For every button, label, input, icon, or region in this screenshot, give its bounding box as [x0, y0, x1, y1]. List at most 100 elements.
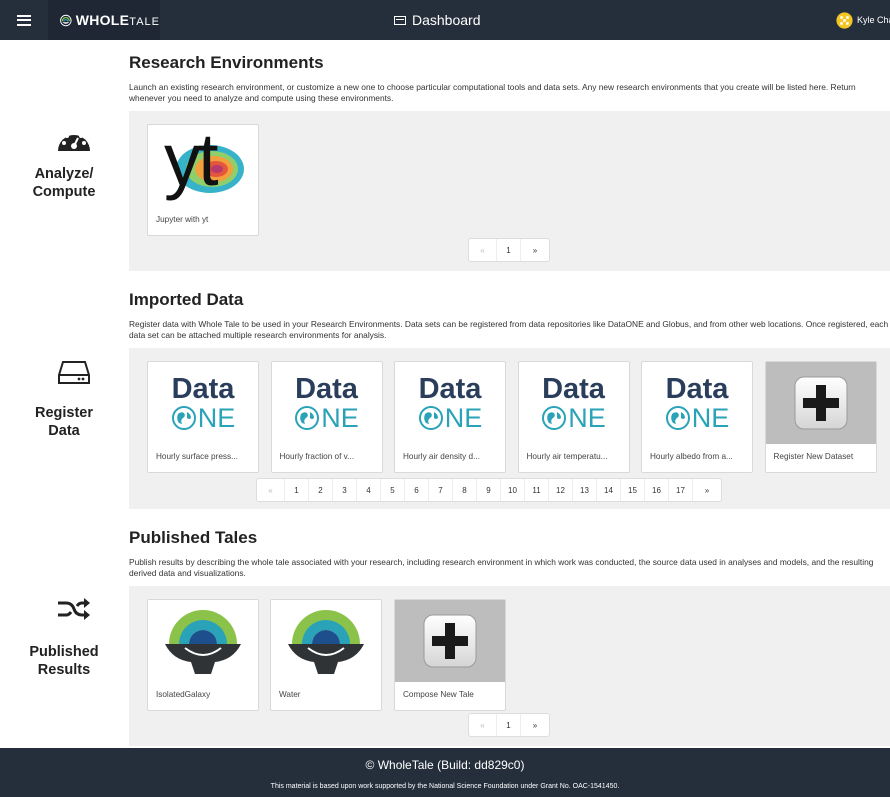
dashboard-icon — [394, 15, 406, 25]
hamburger-icon — [17, 14, 31, 26]
tale-logo-image — [165, 610, 241, 674]
pager-page-10[interactable]: 10 — [501, 479, 525, 501]
user-avatar-icon — [836, 11, 853, 29]
plus-icon — [423, 614, 477, 668]
pager-page-1[interactable]: 1 — [285, 479, 309, 501]
footer-copyright: © WholeTale (Build: dd829c0) — [365, 758, 525, 772]
pager-page-8[interactable]: 8 — [453, 479, 477, 501]
user-menu[interactable]: Kyle Char — [836, 0, 890, 40]
pager-page-3[interactable]: 3 — [333, 479, 357, 501]
dataone-logo-bottom-text: NE — [197, 403, 236, 433]
dataset-card[interactable]: Data NE Hourly surface press... — [147, 361, 259, 473]
register-new-dataset-card[interactable]: Register New Dataset — [764, 361, 877, 473]
plus-icon — [794, 376, 847, 430]
research-environments-description: Launch an existing research environment,… — [129, 82, 856, 103]
pager-page-17[interactable]: 17 — [669, 479, 693, 501]
dataone-logo-top-text: Data — [171, 373, 235, 405]
pager-page-6[interactable]: 6 — [405, 479, 429, 501]
dataset-card-label: Register New Dataset — [773, 452, 854, 461]
analyze-compute-label: Analyze/ Compute — [32, 166, 96, 200]
pager-page-9[interactable]: 9 — [477, 479, 501, 501]
footer-grant-note: This material is based upon work support… — [270, 783, 620, 790]
pager-prev-button[interactable]: « — [469, 714, 497, 736]
tale-logo — [271, 600, 381, 682]
tale-card-label: IsolatedGalaxy — [156, 690, 211, 699]
published-tales-description: Publish results by describing the whole … — [129, 557, 874, 578]
pager-page-7[interactable]: 7 — [429, 479, 453, 501]
dataone-logo-bottom-text: NE — [691, 403, 730, 433]
pager-page-12[interactable]: 12 — [549, 479, 573, 501]
dataone-logo-bottom: NE — [294, 404, 359, 432]
pager-next-button[interactable]: » — [521, 714, 549, 736]
dataone-logo-bottom-text: NE — [444, 403, 483, 433]
pager-page-4[interactable]: 4 — [357, 479, 381, 501]
pager-page-16[interactable]: 16 — [645, 479, 669, 501]
yt-logo: yt — [148, 125, 258, 207]
yt-logo-text: yt — [164, 125, 219, 201]
dataone-logo-top-text: Data — [542, 373, 605, 405]
dataone-logo-top-text: Data — [665, 373, 729, 405]
brand-name: WHOLETALE — [75, 12, 160, 28]
wholetale-logo-icon — [60, 14, 72, 26]
dataset-card-label: Hourly surface press... — [156, 452, 238, 461]
pager-page-1[interactable]: 1 — [497, 239, 521, 261]
dashboard-gauge-icon — [58, 131, 90, 151]
page-footer: © WholeTale (Build: dd829c0) This materi… — [0, 748, 890, 797]
pager-next-button[interactable]: » — [693, 479, 721, 501]
pager-page-13[interactable]: 13 — [573, 479, 597, 501]
pager-prev-button[interactable]: « — [257, 479, 285, 501]
add-tale-image — [395, 600, 505, 682]
tale-logo-image — [288, 610, 364, 674]
dataone-logo-bottom-text: NE — [568, 403, 606, 433]
dataone-logo-bottom: NE — [171, 403, 236, 433]
globe-icon — [542, 406, 567, 430]
published-results-label: Published Results — [29, 644, 99, 678]
dataset-card-label: Hourly air temperatu... — [526, 452, 608, 461]
pager-page-5[interactable]: 5 — [381, 479, 405, 501]
tale-card-isolated-galaxy[interactable]: IsolatedGalaxy — [147, 599, 259, 711]
tale-card-water[interactable]: Water — [270, 599, 382, 711]
pager-page-2[interactable]: 2 — [309, 479, 333, 501]
pager-page-15[interactable]: 15 — [621, 479, 645, 501]
pager-page-1[interactable]: 1 — [497, 714, 521, 736]
hard-drive-icon — [58, 361, 90, 384]
environment-card-jupyter-yt[interactable]: yt Jupyter with yt — [147, 124, 259, 236]
page-title: Dashboard — [394, 0, 481, 40]
globe-icon — [418, 406, 443, 430]
dataset-card[interactable]: Data NE Hourly fraction of v... — [270, 361, 383, 473]
register-data-label: Register Data — [34, 405, 94, 439]
research-environments-panel: yt Jupyter with yt « 1 » — [129, 111, 890, 271]
imported-data-description: Register data with Whole Tale to be used… — [129, 319, 889, 340]
top-navbar: WHOLETALE Dashboard Kyle Char — [0, 0, 890, 40]
compose-new-tale-card[interactable]: Compose New Tale — [394, 599, 506, 711]
dataset-card-label: Hourly air density d... — [403, 452, 480, 461]
add-dataset-image — [765, 362, 876, 444]
dataone-logo-bottom: NE — [541, 404, 606, 432]
tale-card-label: Compose New Tale — [403, 690, 474, 699]
dataone-logo-bottom-text: NE — [321, 403, 359, 433]
user-name: Kyle Char — [857, 15, 890, 25]
globe-icon — [665, 406, 690, 430]
pager-prev-button[interactable]: « — [469, 239, 497, 261]
pager-next-button[interactable]: » — [521, 239, 549, 261]
menu-toggle-button[interactable] — [0, 0, 48, 40]
pager-page-14[interactable]: 14 — [597, 479, 621, 501]
dataone-logo-bottom: NE — [665, 403, 730, 433]
tale-logo — [148, 600, 258, 682]
globe-icon — [171, 406, 196, 430]
dataset-card[interactable]: Data NE Hourly air temperatu... — [517, 361, 630, 473]
tale-card-label: Water — [279, 690, 301, 699]
research-pagination: « 1 » — [468, 238, 550, 262]
page-title-text: Dashboard — [412, 12, 481, 28]
brand-logo[interactable]: WHOLETALE — [48, 0, 160, 40]
published-pagination: « 1 » — [468, 713, 550, 737]
dataone-logo-top-text: Data — [418, 373, 482, 405]
dataset-card[interactable]: Data NE Hourly albedo from a... — [641, 361, 753, 473]
dataone-logo-bottom: NE — [418, 403, 483, 433]
imported-data-title: Imported Data — [129, 290, 244, 309]
pager-page-11[interactable]: 11 — [525, 479, 549, 501]
dataset-card[interactable]: Data NE Hourly air density d... — [394, 361, 506, 473]
environment-card-label: Jupyter with yt — [156, 215, 209, 224]
dataone-logo: Data NE — [519, 362, 629, 444]
research-environments-title: Research Environments — [129, 53, 324, 72]
